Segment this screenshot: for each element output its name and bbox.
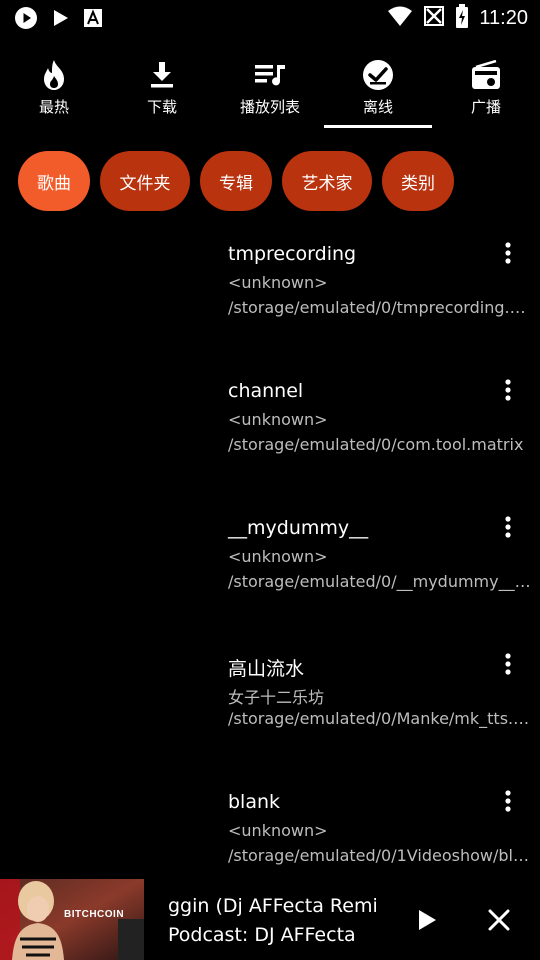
song-path: /storage/emulated/0/Manke/mk_tts.mp3 [228, 709, 534, 728]
song-row[interactable]: __mydummy__ <unknown> /storage/emulated/… [0, 507, 540, 644]
more-vert-icon[interactable] [496, 239, 520, 267]
play-button[interactable] [410, 903, 444, 937]
nav-item-hot[interactable]: 最热 [0, 56, 108, 128]
download-icon [145, 58, 179, 92]
close-icon [488, 909, 510, 931]
more-vert-icon[interactable] [496, 650, 520, 678]
mini-player[interactable]: BITCHCOIN ggin (Dj AFFecta Remi Podcast:… [0, 879, 540, 960]
nav-label: 播放列表 [239, 98, 300, 116]
nav-label: 最热 [38, 98, 69, 116]
more-vert-icon[interactable] [496, 376, 520, 404]
filter-chips: 歌曲 文件夹 专辑 艺术家 类别 [18, 151, 454, 211]
play-circle-icon [14, 6, 38, 35]
song-row[interactable]: 高山流水 女子十二乐坊 /storage/emulated/0/Manke/mk… [0, 644, 540, 781]
song-title: channel [228, 380, 304, 402]
song-artist: <unknown> [228, 410, 328, 429]
play-icon [419, 910, 436, 930]
chip-songs[interactable]: 歌曲 [18, 151, 90, 211]
song-path: /storage/emulated/0/1Videoshow/blank.mp3 [228, 846, 534, 865]
song-title: blank [228, 791, 281, 813]
radio-icon [469, 58, 503, 92]
chip-albums[interactable]: 专辑 [200, 151, 272, 211]
nav-label: 广播 [470, 98, 501, 116]
album-cover[interactable]: BITCHCOIN [0, 879, 144, 960]
song-artist: <unknown> [228, 547, 328, 566]
more-vert-icon[interactable] [496, 513, 520, 541]
song-list: tmprecording <unknown> /storage/emulated… [0, 233, 540, 918]
status-bar: 11:20 [0, 0, 540, 36]
nav-label: 离线 [362, 98, 393, 116]
song-title: 高山流水 [228, 658, 305, 680]
song-artist: 女子十二乐坊 [228, 688, 325, 707]
player-title: ggin (Dj AFFecta Remi [168, 895, 376, 917]
nav-item-playlist[interactable]: 播放列表 [216, 56, 324, 128]
battery-charging-icon [455, 4, 469, 33]
more-vert-icon[interactable] [496, 787, 520, 815]
nav-label: 下载 [146, 98, 177, 116]
song-title: __mydummy__ [228, 517, 369, 539]
offline-check-icon [361, 58, 395, 92]
playlist-icon [253, 58, 287, 92]
nav-item-download[interactable]: 下载 [108, 56, 216, 128]
song-artist: <unknown> [228, 821, 328, 840]
song-row[interactable]: tmprecording <unknown> /storage/emulated… [0, 233, 540, 370]
play-icon [50, 8, 70, 33]
song-row[interactable]: channel <unknown> /storage/emulated/0/co… [0, 370, 540, 507]
chip-folders[interactable]: 文件夹 [100, 151, 190, 211]
close-button[interactable] [482, 903, 516, 937]
song-artist: <unknown> [228, 273, 328, 292]
flame-icon [37, 58, 71, 92]
song-title: tmprecording [228, 243, 357, 265]
song-path: /storage/emulated/0/tmprecording.mp3 [228, 298, 534, 317]
song-path: /storage/emulated/0/__mydummy__.mp3 [228, 572, 534, 591]
wifi-icon [387, 5, 413, 32]
chip-artists[interactable]: 艺术家 [282, 151, 372, 211]
font-a-icon [82, 7, 104, 34]
cover-text: BITCHCOIN [64, 909, 125, 920]
player-subtitle: Podcast: DJ AFFecta [168, 924, 356, 946]
nav-item-radio[interactable]: 广播 [432, 56, 540, 128]
song-path: /storage/emulated/0/com.tool.matrix [228, 435, 524, 454]
no-sim-icon [423, 5, 445, 32]
top-nav: 最热 下载 播放列表 离线 广播 [0, 56, 540, 128]
chip-genres[interactable]: 类别 [382, 151, 454, 211]
status-time: 11:20 [479, 7, 528, 29]
nav-item-offline[interactable]: 离线 [324, 56, 432, 128]
tab-indicator [324, 125, 432, 128]
